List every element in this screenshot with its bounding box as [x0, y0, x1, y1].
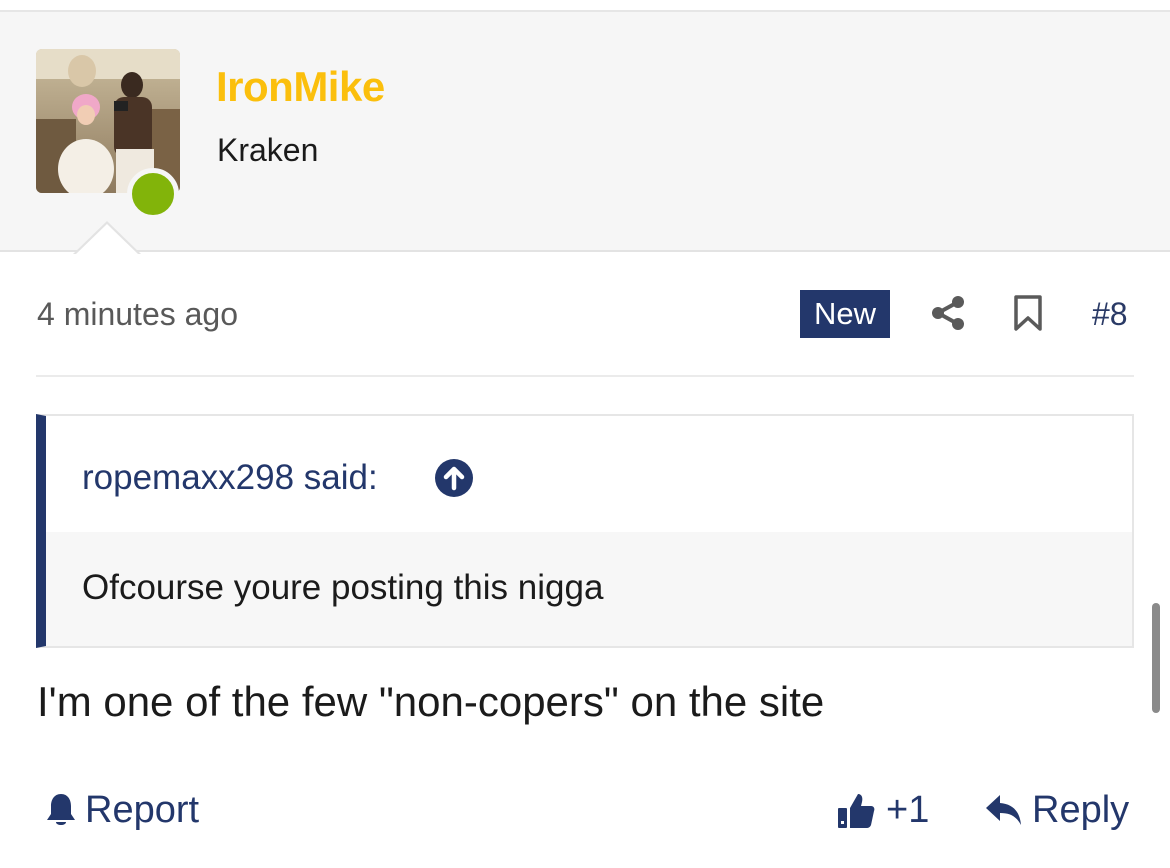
post-actions: Report +1 Reply	[0, 780, 1170, 840]
new-badge: New	[800, 290, 890, 338]
report-label: Report	[85, 788, 200, 831]
header-pointer-fill	[75, 224, 139, 255]
post-meta: 4 minutes ago New #8	[0, 280, 1170, 350]
bookmark-icon[interactable]	[1013, 294, 1043, 332]
reply-label: Reply	[1032, 788, 1130, 831]
quote-text: Ofcourse youre posting this nigga	[82, 568, 604, 607]
user-title: Kraken	[217, 132, 319, 168]
like-button[interactable]: +1	[836, 788, 929, 832]
user-header: IronMike Kraken	[0, 10, 1170, 255]
bell-icon	[47, 794, 75, 825]
quote-body: Ofcourse youre posting this nigga	[46, 532, 1132, 646]
thumbs-up-icon	[838, 794, 875, 828]
report-button[interactable]: Report	[45, 788, 199, 832]
online-status-indicator	[127, 168, 179, 220]
divider	[36, 375, 1134, 377]
username-link[interactable]: IronMike	[216, 63, 385, 111]
quote-block: ropemaxx298 said: Ofcourse youre posting…	[36, 414, 1134, 648]
like-count: +1	[886, 788, 930, 831]
post-timestamp[interactable]: 4 minutes ago	[37, 296, 238, 333]
scrollbar[interactable]	[1152, 603, 1160, 713]
post-number-link[interactable]: #8	[1092, 296, 1128, 333]
quote-header: ropemaxx298 said:	[46, 416, 1132, 532]
post-body-text: I'm one of the few "non-copers" on the s…	[37, 678, 825, 725]
reply-icon	[986, 795, 1021, 825]
share-icon[interactable]	[929, 294, 967, 332]
arrow-up-circle-icon[interactable]	[434, 458, 474, 498]
quote-author-link[interactable]: ropemaxx298 said:	[82, 458, 378, 498]
reply-button[interactable]: Reply	[984, 788, 1129, 832]
